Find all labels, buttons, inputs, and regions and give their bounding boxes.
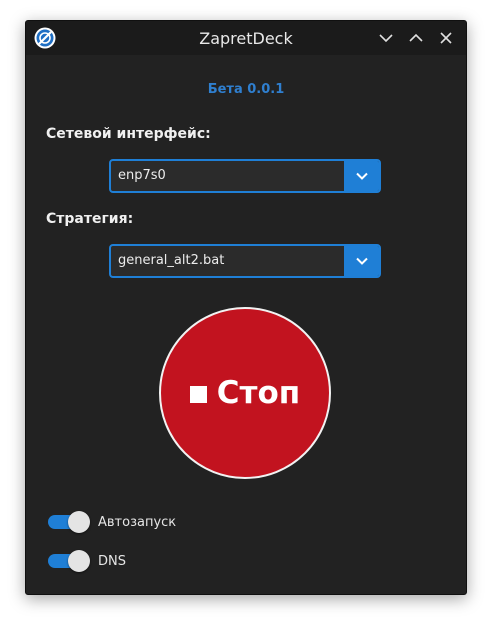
stop-button-content: Стоп [189, 375, 301, 411]
chevron-up-icon [409, 33, 423, 42]
stop-button[interactable]: Стоп [159, 307, 331, 479]
dns-toggle[interactable] [48, 549, 92, 573]
close-button[interactable] [436, 28, 456, 48]
app-window: ZapretDeck Бета 0.0.1 Сетевой интерфейс:… [25, 20, 467, 595]
autostart-row: Автозапуск [48, 510, 176, 534]
maximize-button[interactable] [406, 28, 426, 48]
network-interface-value: enp7s0 [118, 168, 166, 183]
dns-label: DNS [98, 553, 126, 569]
toggle-knob [68, 511, 90, 533]
network-interface-select[interactable]: enp7s0 [109, 159, 381, 193]
close-icon [440, 32, 452, 44]
dns-row: DNS [48, 549, 126, 573]
network-interface-label: Сетевой интерфейс: [46, 126, 211, 142]
chevron-down-icon [379, 34, 393, 43]
toggle-knob [68, 550, 90, 572]
dropdown-button[interactable] [344, 246, 379, 276]
strategy-label: Стратегия: [46, 211, 134, 227]
minimize-button[interactable] [376, 28, 396, 48]
strategy-select[interactable]: general_alt2.bat [109, 244, 381, 278]
autostart-label: Автозапуск [98, 514, 177, 530]
dropdown-button[interactable] [344, 161, 379, 191]
stop-button-label: Стоп [216, 375, 301, 411]
version-label: Бета 0.0.1 [207, 82, 285, 97]
stop-square-icon [189, 385, 207, 403]
chevron-down-icon [355, 172, 368, 180]
window-title: ZapretDeck [199, 29, 293, 48]
strategy-value: general_alt2.bat [118, 253, 225, 268]
title-bar[interactable]: ZapretDeck [26, 21, 466, 55]
chevron-down-icon [355, 257, 368, 265]
autostart-toggle[interactable] [48, 510, 92, 534]
